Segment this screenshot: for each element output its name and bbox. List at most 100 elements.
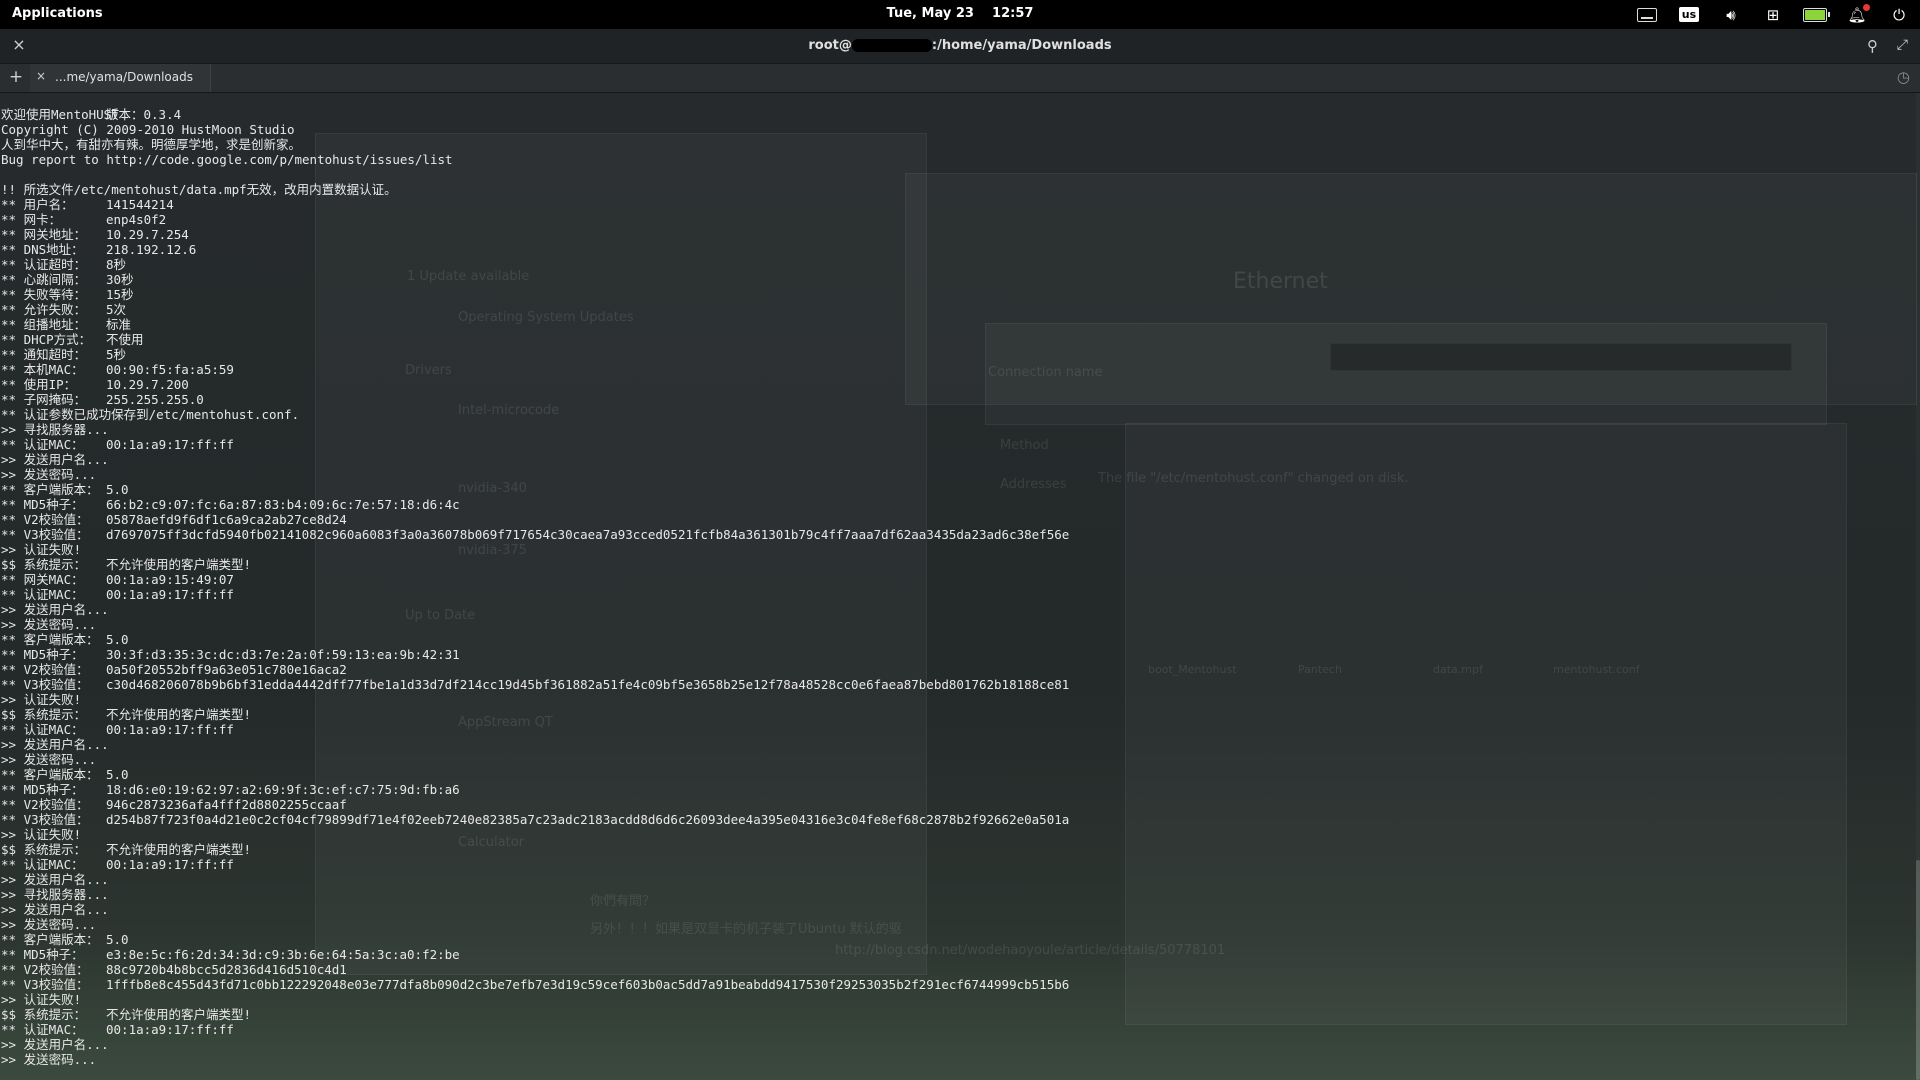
terminal-line: >> 发送用户名... xyxy=(1,452,109,467)
terminal-line: >> 认证失败! xyxy=(1,542,82,557)
terminal-line: ** 认证MAC： 00:1a:a9:17:ff:ff xyxy=(1,1022,234,1037)
ghost-file-2: Pantech xyxy=(1298,663,1342,676)
tab-bar: + × ...me/yama/Downloads ◷ xyxy=(0,64,1920,93)
terminal-line: ** V2校验值： 05878aefd9f6df1c6a9ca2ab27ce8d2… xyxy=(1,512,347,527)
terminal-line: !! 所选文件/etc/mentohust/data.mpf无效，改用内置数据认… xyxy=(1,182,397,197)
terminal-line: ** 认证参数已成功保存到/etc/mentohust.conf. xyxy=(1,407,300,422)
system-tray: us 🔊︎ ⊞ 🔔︎ ⏻ xyxy=(1626,0,1920,29)
terminal-scrollbar[interactable] xyxy=(1916,93,1920,1080)
ghost-file-changed: The file "/etc/mentohust.conf" changed o… xyxy=(1098,471,1409,486)
terminal-line: ** 子网掩码： 255.255.255.0 xyxy=(1,392,204,407)
terminal-line: ** 使用IP： 10.29.7.200 xyxy=(1,377,189,392)
terminal-line: ** 用户名： 141544214 xyxy=(1,197,174,212)
terminal-line: >> 发送用户名... xyxy=(1,737,109,752)
terminal-line: ** V3校验值： c30d468206078b9b6bf31edda4442df… xyxy=(1,677,1070,692)
ghost-editor-window xyxy=(985,323,1827,425)
terminal-line: ** 认证MAC： 00:1a:a9:17:ff:ff xyxy=(1,857,234,872)
ghost-file-4: mentohust.conf xyxy=(1553,663,1640,676)
history-icon[interactable]: ◷ xyxy=(1897,68,1910,86)
ghost-toolbar xyxy=(1330,343,1792,371)
tab-close-icon[interactable]: × xyxy=(36,69,46,83)
terminal-line: ** 心跳间隔： 30秒 xyxy=(1,272,134,287)
terminal-line: ** MD5种子： 18:d6:e0:19:62:97:a2:69:9f:3c:e… xyxy=(1,782,460,797)
terminal-line: ** 通知超时： 5秒 xyxy=(1,347,127,362)
volume-icon[interactable]: 🔊︎ xyxy=(1710,0,1752,29)
terminal-line: >> 认证失败! xyxy=(1,827,82,842)
restore-window-icon[interactable]: ⤢ xyxy=(1897,37,1908,53)
terminal-line: ** 本机MAC： 00:90:f5:fa:a5:59 xyxy=(1,362,234,377)
terminal-view[interactable]: Ethernet 1 Update available Operating Sy… xyxy=(0,93,1920,1080)
terminal-line: >> 发送用户名... xyxy=(1,602,109,617)
notification-icon[interactable]: 🔔︎ xyxy=(1836,0,1878,29)
terminal-line: ** 认证MAC： 00:1a:a9:17:ff:ff xyxy=(1,722,234,737)
terminal-line: >> 寻找服务器... xyxy=(1,422,109,437)
battery-icon[interactable] xyxy=(1794,0,1836,29)
keyboard-icon[interactable] xyxy=(1626,0,1668,29)
terminal-line: 欢迎使用MentoHUST版本：0.3.4 xyxy=(1,107,182,122)
terminal-line: ** DNS地址： 218.192.12.6 xyxy=(1,242,197,257)
tab-downloads[interactable]: × ...me/yama/Downloads xyxy=(30,64,211,92)
scrollbar-thumb[interactable] xyxy=(1916,860,1920,1080)
terminal-line: ** 认证MAC： 00:1a:a9:17:ff:ff xyxy=(1,587,234,602)
terminal-line: $$ 系统提示： 不允许使用的客户端类型! xyxy=(1,1007,252,1022)
terminal-line: ** MD5种子： e3:8e:5c:f6:2d:34:3d:c9:3b:6e:6… xyxy=(1,947,460,962)
ghost-file-1: boot_Mentohust xyxy=(1148,663,1237,676)
terminal-line: ** 客户端版本： 5.0 xyxy=(1,482,129,497)
terminal-line: >> 发送用户名... xyxy=(1,902,109,917)
terminal-line: >> 认证失败! xyxy=(1,992,82,1007)
terminal-line: ** DHCP方式： 不使用 xyxy=(1,332,144,347)
terminal-line: ** 网关MAC： 00:1a:a9:15:49:07 xyxy=(1,572,234,587)
terminal-line: >> 发送密码... xyxy=(1,917,97,932)
terminal-line: >> 发送用户名... xyxy=(1,1037,109,1052)
terminal-line: >> 寻找服务器... xyxy=(1,887,109,902)
terminal-line: $$ 系统提示： 不允许使用的客户端类型! xyxy=(1,707,252,722)
terminal-line: ** 网卡： enp4s0f2 xyxy=(1,212,167,227)
terminal-line: ** 认证超时： 8秒 xyxy=(1,257,127,272)
top-panel: Applications Tue, May 23 12:57 us 🔊︎ ⊞ 🔔… xyxy=(0,0,1920,29)
terminal-line: ** V2校验值： 0a50f20552bff9a63e051c780e16aca… xyxy=(1,662,347,677)
terminal-line: ** 网关地址： 10.29.7.254 xyxy=(1,227,189,242)
terminal-line: >> 发送密码... xyxy=(1,467,97,482)
search-icon[interactable]: ⚲ xyxy=(1867,37,1878,55)
terminal-line: >> 发送密码... xyxy=(1,752,97,767)
network-icon[interactable]: ⊞ xyxy=(1752,0,1794,29)
terminal-line: ** MD5种子： 30:3f:d3:35:3c:dc:d3:7e:2a:0f:5… xyxy=(1,647,460,662)
terminal-line: ** 客户端版本： 5.0 xyxy=(1,632,129,647)
terminal-line: ** 允许失败： 5次 xyxy=(1,302,127,317)
keyboard-layout-badge[interactable]: us xyxy=(1668,0,1710,29)
terminal-line: Bug report to http://code.google.com/p/m… xyxy=(1,152,453,167)
ghost-file-3: data.mpf xyxy=(1433,663,1483,676)
terminal-line: ** V2校验值： 946c2873236afa4fff2d8802255ccaa… xyxy=(1,797,347,812)
terminal-line: >> 发送密码... xyxy=(1,617,97,632)
new-tab-button[interactable]: + xyxy=(6,67,26,87)
terminal-line: ** V2校验值： 88c9720b4b8bcc5d2836d416d510c4d… xyxy=(1,962,347,977)
terminal-line: >> 认证失败! xyxy=(1,692,82,707)
window-titlebar: × root@:/home/yama/Downloads ⚲ ⤢ xyxy=(0,29,1920,64)
tab-label: ...me/yama/Downloads xyxy=(55,70,193,84)
terminal-line: >> 发送用户名... xyxy=(1,872,109,887)
terminal-line: ** MD5种子： 66:b2:c9:07:fc:6a:87:83:b4:09:6… xyxy=(1,497,460,512)
terminal-line: $$ 系统提示： 不允许使用的客户端类型! xyxy=(1,557,252,572)
terminal-line: ** 认证MAC： 00:1a:a9:17:ff:ff xyxy=(1,437,234,452)
terminal-line: ** 失败等待： 15秒 xyxy=(1,287,134,302)
terminal-line: ** 组播地址： 标准 xyxy=(1,317,132,332)
terminal-line: ** 客户端版本： 5.0 xyxy=(1,767,129,782)
terminal-line: ** V3校验值： 1fffb8e8c455d43fd71c0bb12229204… xyxy=(1,977,1070,992)
power-icon[interactable]: ⏻ xyxy=(1878,0,1920,29)
terminal-line: ** V3校验值： d254b87f723f0a4d21e0c2cf04cf798… xyxy=(1,812,1070,827)
terminal-output: 欢迎使用MentoHUST版本：0.3.4 Copyright (C) 2009-… xyxy=(1,107,1069,1067)
applications-menu[interactable]: Applications xyxy=(12,6,103,21)
terminal-line: ** V3校验值： d7697075ff3dcfd5940fb02141082c9… xyxy=(1,527,1070,542)
ghost-file-manager xyxy=(1125,423,1847,1025)
clock-date[interactable]: Tue, May 23 xyxy=(887,6,974,21)
terminal-line: Copyright (C) 2009-2010 HustMoon Studio xyxy=(1,122,295,137)
window-title: root@:/home/yama/Downloads xyxy=(808,38,1112,53)
terminal-line: >> 发送密码... xyxy=(1,1052,97,1067)
terminal-line: $$ 系统提示： 不允许使用的客户端类型! xyxy=(1,842,252,857)
ghost-ethernet: Ethernet xyxy=(1233,269,1328,294)
clock-time[interactable]: 12:57 xyxy=(992,6,1033,21)
terminal-line: ** 客户端版本： 5.0 xyxy=(1,932,129,947)
redacted-hostname xyxy=(851,39,932,52)
terminal-line: 人到华中大，有甜亦有辣。明德厚学地，求是创新家。 xyxy=(1,137,302,152)
